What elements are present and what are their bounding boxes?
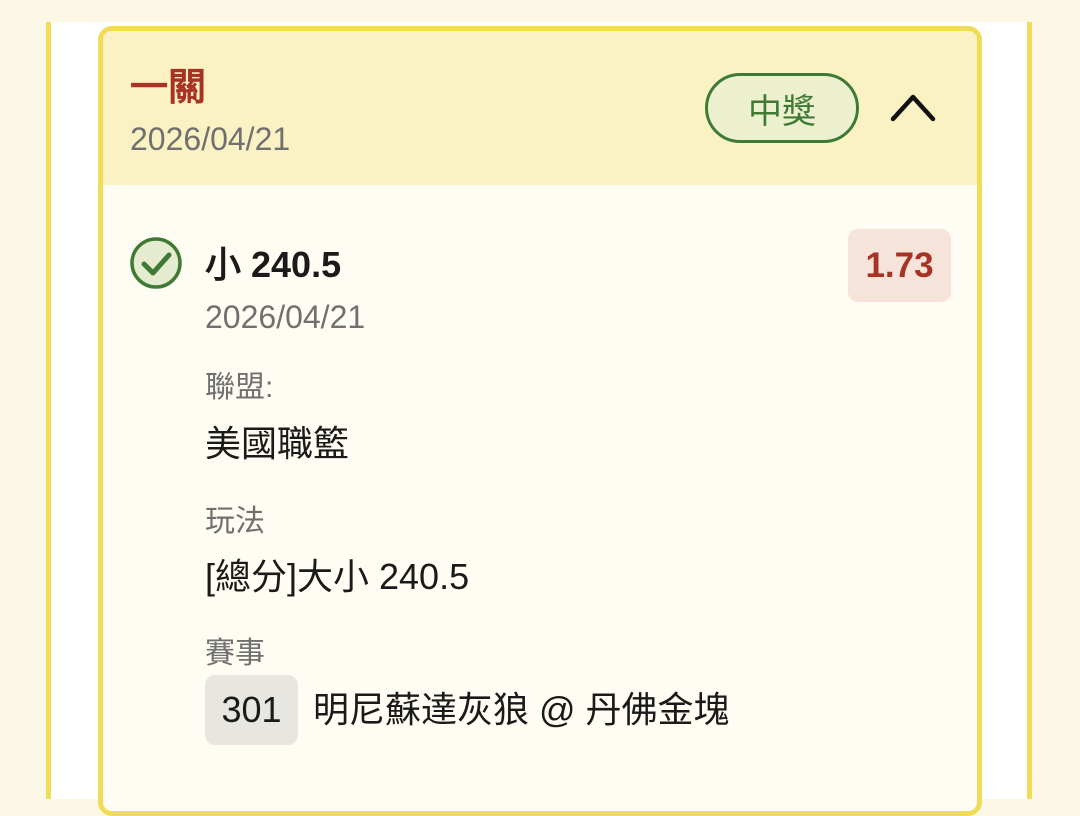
play-value: [總分]大小 240.5 [205,556,470,597]
selection-title: 小 240.5 [205,244,342,285]
bet-ticket-card: 一關 2026/04/21 中獎 小 240.5 2026/04/21 1.73… [98,26,982,816]
league-value: 美國職籃 [205,423,350,464]
status-badge: 中獎 [705,73,859,143]
collapse-button[interactable] [883,83,943,131]
check-circle-icon [130,237,182,289]
event-teams: 明尼蘇達灰狼 @ 丹佛金塊 [313,689,730,730]
selection-date: 2026/04/21 [205,299,366,335]
ticket-header[interactable]: 一關 2026/04/21 中獎 [103,31,977,185]
event-number-badge: 301 [205,675,298,745]
ticket-date: 2026/04/21 [130,121,291,157]
league-label: 聯盟: [205,371,274,404]
event-label: 賽事 [205,637,265,670]
bet-type-title: 一關 [130,67,207,109]
play-label: 玩法 [205,505,265,538]
odds-badge: 1.73 [848,229,951,302]
chevron-up-icon [890,94,936,122]
